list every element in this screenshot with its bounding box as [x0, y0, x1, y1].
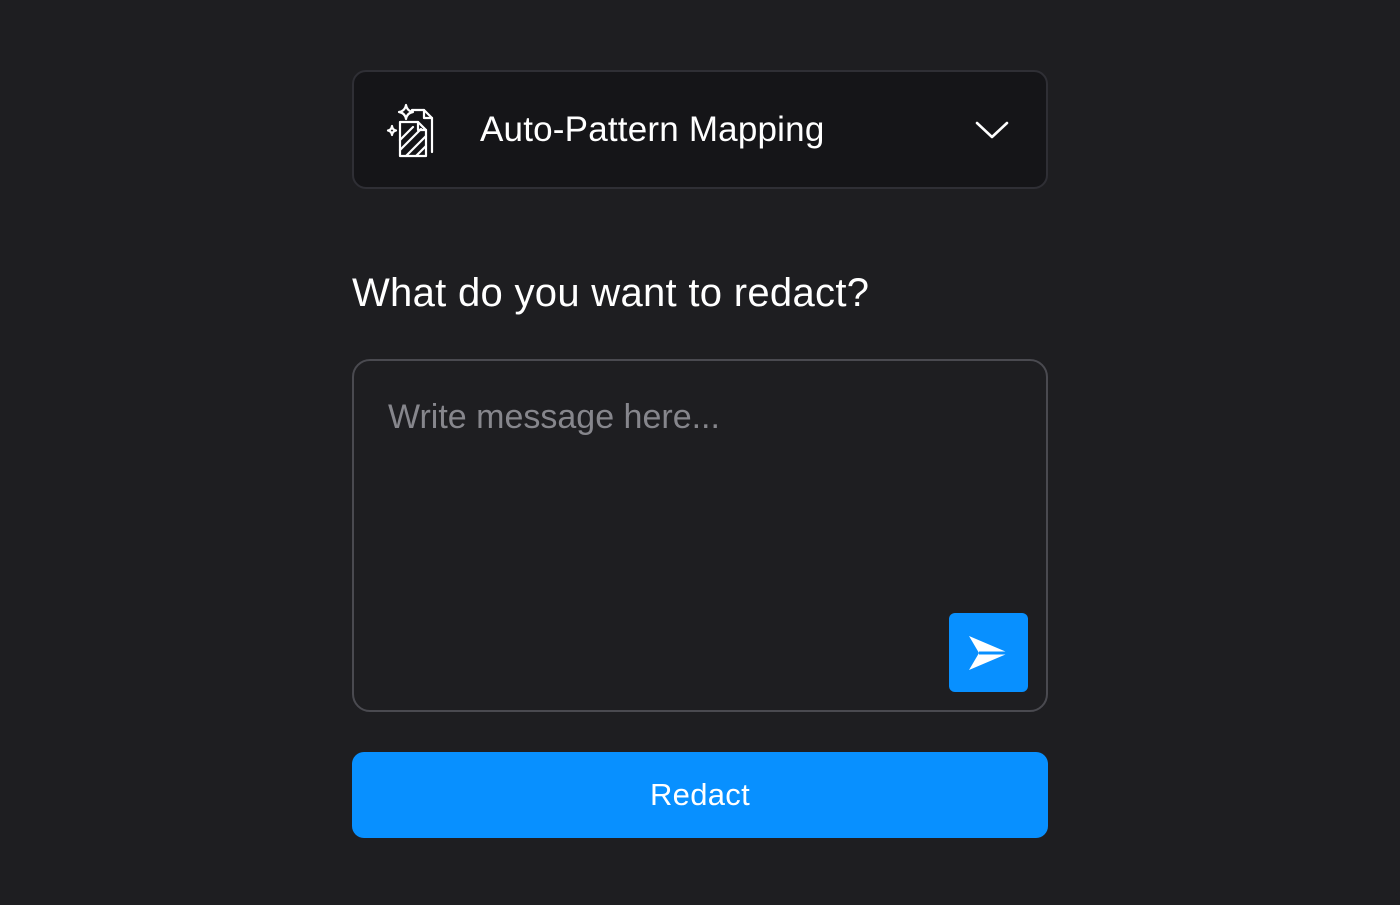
- redact-button[interactable]: Redact: [352, 752, 1048, 838]
- mode-label: Auto-Pattern Mapping: [480, 109, 825, 149]
- mode-selector[interactable]: Auto-Pattern Mapping: [352, 70, 1048, 189]
- redaction-panel: Auto-Pattern Mapping What do you want to…: [352, 70, 1048, 838]
- send-button[interactable]: [949, 613, 1028, 692]
- sparkle-document-icon: [384, 102, 440, 158]
- chevron-down-icon[interactable]: [972, 110, 1012, 150]
- message-input[interactable]: [354, 361, 1046, 710]
- send-icon: [967, 634, 1011, 672]
- message-box: [352, 359, 1048, 712]
- prompt-question: What do you want to redact?: [352, 271, 870, 315]
